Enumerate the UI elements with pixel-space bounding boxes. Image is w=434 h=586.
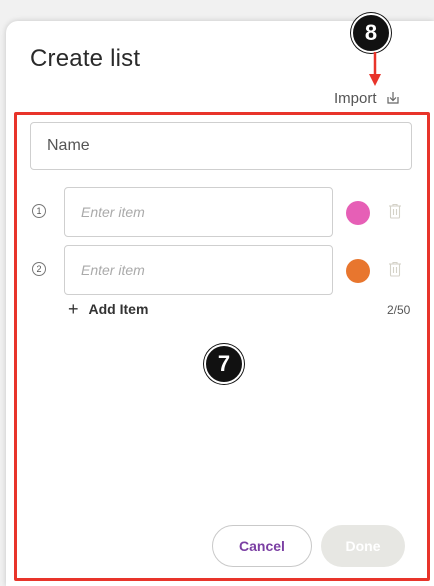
item-counter: 2/50: [387, 303, 411, 317]
trash-icon[interactable]: [388, 261, 402, 277]
item-placeholder: Enter item: [81, 204, 145, 220]
trash-icon[interactable]: [388, 203, 402, 219]
callout-8-number: 8: [364, 20, 378, 45]
callout-8-badge: 8: [351, 13, 391, 53]
callout-7-number: 7: [217, 351, 231, 376]
item-color-picker[interactable]: [346, 201, 370, 225]
import-label: Import: [334, 89, 377, 107]
plus-icon: +: [68, 299, 79, 319]
cancel-label: Cancel: [239, 538, 285, 554]
done-label: Done: [345, 538, 381, 554]
item-number-badge: 2: [32, 262, 46, 276]
download-tray-icon: [385, 90, 401, 106]
add-item-label: Add Item: [88, 301, 149, 317]
cancel-button[interactable]: Cancel: [212, 525, 312, 567]
callout-arrow: [369, 52, 381, 86]
done-button[interactable]: Done: [321, 525, 405, 567]
list-item-row-1: 1 Enter item: [30, 187, 414, 237]
item-number-badge: 1: [32, 204, 46, 218]
import-button[interactable]: Import: [334, 88, 401, 108]
list-name-input[interactable]: Name: [30, 122, 412, 170]
dialog-title: Create list: [30, 45, 141, 72]
list-item-row-2: 2 Enter item: [30, 245, 414, 295]
item-color-picker[interactable]: [346, 259, 370, 283]
callout-7-badge: 7: [204, 344, 244, 384]
item-input[interactable]: Enter item: [64, 245, 333, 295]
name-placeholder: Name: [47, 137, 90, 154]
screen: Create list Import 8 Name 1 Enter item 2…: [0, 0, 434, 586]
item-input[interactable]: Enter item: [64, 187, 333, 237]
item-placeholder: Enter item: [81, 262, 145, 278]
add-item-button[interactable]: + Add Item: [68, 300, 148, 318]
